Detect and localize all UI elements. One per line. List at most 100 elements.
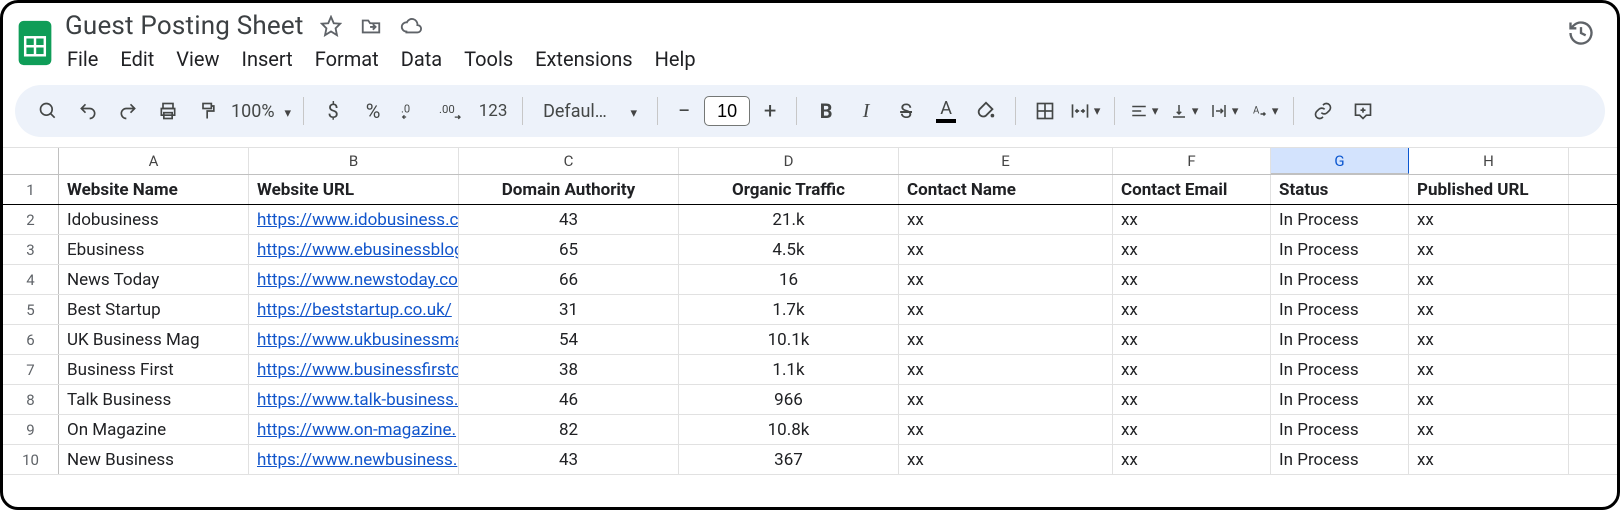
cell[interactable]: New Business	[59, 445, 249, 474]
column-header-D[interactable]: D	[679, 148, 899, 174]
cell[interactable]: xx	[899, 205, 1113, 234]
undo-icon[interactable]	[71, 94, 105, 128]
menu-view[interactable]: View	[176, 47, 219, 71]
cell[interactable]: xx	[1113, 385, 1271, 414]
header-cell[interactable]: Published URL	[1409, 175, 1569, 204]
fill-color-button[interactable]	[969, 94, 1003, 128]
cell[interactable]: 4.5k	[679, 235, 899, 264]
cell-link[interactable]: https://www.newbusiness.	[249, 445, 459, 474]
menu-extensions[interactable]: Extensions	[535, 47, 632, 71]
cell[interactable]: Business First	[59, 355, 249, 384]
cell[interactable]: In Process	[1271, 235, 1409, 264]
cell[interactable]: In Process	[1271, 325, 1409, 354]
cell[interactable]: xx	[1409, 235, 1569, 264]
currency-icon[interactable]: $	[316, 94, 350, 128]
row-header-2[interactable]: 2	[3, 205, 59, 234]
italic-button[interactable]: I	[849, 94, 883, 128]
cell[interactable]: xx	[1409, 325, 1569, 354]
column-header-G[interactable]: G	[1271, 148, 1409, 174]
select-all-corner[interactable]	[3, 148, 59, 174]
cell[interactable]: 66	[459, 265, 679, 294]
cell[interactable]: 43	[459, 445, 679, 474]
cell[interactable]: In Process	[1271, 205, 1409, 234]
cell[interactable]: 82	[459, 415, 679, 444]
row-header-10[interactable]: 10	[3, 445, 59, 474]
decrease-decimal-icon[interactable]: .0	[396, 94, 430, 128]
increase-decimal-icon[interactable]: .00	[436, 94, 470, 128]
cell[interactable]: xx	[899, 355, 1113, 384]
cell[interactable]: In Process	[1271, 265, 1409, 294]
font-picker[interactable]: Defaul…	[535, 101, 645, 122]
cell[interactable]: 16	[679, 265, 899, 294]
cell[interactable]: 31	[459, 295, 679, 324]
cell[interactable]: In Process	[1271, 415, 1409, 444]
menu-edit[interactable]: Edit	[120, 47, 154, 71]
menu-help[interactable]: Help	[655, 47, 696, 71]
star-icon[interactable]	[318, 13, 344, 39]
increase-font-button[interactable]: +	[756, 99, 784, 124]
row-header-1[interactable]: 1	[3, 175, 59, 204]
cell-link[interactable]: https://www.ukbusinessma	[249, 325, 459, 354]
column-header-H[interactable]: H	[1409, 148, 1569, 174]
font-size-input[interactable]	[704, 96, 750, 126]
cell[interactable]: 367	[679, 445, 899, 474]
header-cell[interactable]: Contact Email	[1113, 175, 1271, 204]
text-color-button[interactable]: A	[929, 94, 963, 128]
menu-data[interactable]: Data	[401, 47, 442, 71]
cell-link[interactable]: https://beststartup.co.uk/	[249, 295, 459, 324]
cell[interactable]: In Process	[1271, 355, 1409, 384]
column-header-C[interactable]: C	[459, 148, 679, 174]
cell[interactable]: Best Startup	[59, 295, 249, 324]
cell[interactable]: 54	[459, 325, 679, 354]
cell[interactable]: 1.7k	[679, 295, 899, 324]
cell[interactable]: xx	[899, 415, 1113, 444]
cell[interactable]: 1.1k	[679, 355, 899, 384]
cell[interactable]: In Process	[1271, 445, 1409, 474]
cell[interactable]: xx	[1113, 415, 1271, 444]
cell[interactable]: xx	[1113, 325, 1271, 354]
cell[interactable]: xx	[899, 445, 1113, 474]
row-header-3[interactable]: 3	[3, 235, 59, 264]
cell[interactable]: xx	[1113, 205, 1271, 234]
cell[interactable]: Ebusiness	[59, 235, 249, 264]
cell[interactable]: On Magazine	[59, 415, 249, 444]
header-cell[interactable]: Organic Traffic	[679, 175, 899, 204]
cell[interactable]: xx	[899, 265, 1113, 294]
print-icon[interactable]	[151, 94, 185, 128]
zoom-dropdown[interactable]: 100%	[231, 101, 291, 122]
column-header-F[interactable]: F	[1113, 148, 1271, 174]
cell[interactable]: xx	[1409, 295, 1569, 324]
header-cell[interactable]: Website Name	[59, 175, 249, 204]
header-cell[interactable]: Domain Authority	[459, 175, 679, 204]
cell-link[interactable]: https://www.on-magazine.	[249, 415, 459, 444]
cell-link[interactable]: https://www.idobusiness.c	[249, 205, 459, 234]
cell[interactable]: xx	[1113, 235, 1271, 264]
cell[interactable]: 21.k	[679, 205, 899, 234]
row-header-9[interactable]: 9	[3, 415, 59, 444]
header-cell[interactable]: Contact Name	[899, 175, 1113, 204]
history-icon[interactable]	[1567, 19, 1595, 47]
cell[interactable]: 38	[459, 355, 679, 384]
cell[interactable]: 10.8k	[679, 415, 899, 444]
cell[interactable]: xx	[1113, 445, 1271, 474]
cell[interactable]: xx	[899, 295, 1113, 324]
cell[interactable]: In Process	[1271, 385, 1409, 414]
search-icon[interactable]	[31, 94, 65, 128]
cell[interactable]: xx	[899, 385, 1113, 414]
cell[interactable]: xx	[1409, 265, 1569, 294]
cell[interactable]: xx	[1409, 205, 1569, 234]
cell[interactable]: 46	[459, 385, 679, 414]
cell[interactable]: xx	[1113, 295, 1271, 324]
document-title[interactable]: Guest Posting Sheet	[65, 11, 304, 41]
cell[interactable]: News Today	[59, 265, 249, 294]
cell[interactable]: Idobusiness	[59, 205, 249, 234]
menu-insert[interactable]: Insert	[242, 47, 293, 71]
cell[interactable]: xx	[1113, 265, 1271, 294]
cell-link[interactable]: https://www.businessfirsto	[249, 355, 459, 384]
cell[interactable]: 966	[679, 385, 899, 414]
column-header-A[interactable]: A	[59, 148, 249, 174]
decrease-font-button[interactable]: −	[670, 99, 698, 124]
cell[interactable]: In Process	[1271, 295, 1409, 324]
column-header-E[interactable]: E	[899, 148, 1113, 174]
merge-cells-button[interactable]	[1068, 94, 1102, 128]
